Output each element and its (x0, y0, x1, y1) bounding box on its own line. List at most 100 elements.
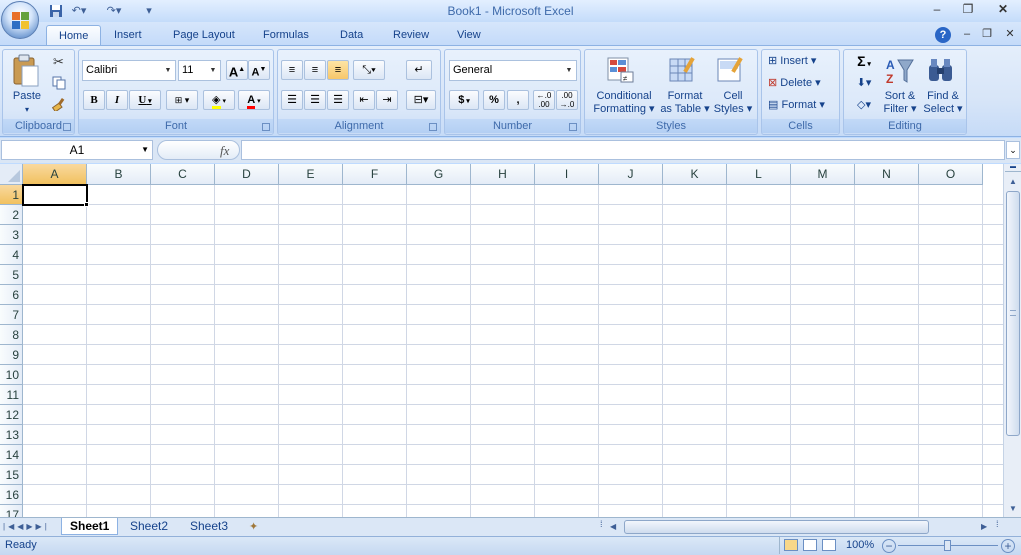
scroll-up-icon[interactable]: ▲ (1005, 174, 1021, 190)
name-box[interactable]: A1 ▼ (1, 140, 153, 160)
column-header-k[interactable]: K (663, 164, 727, 185)
paste-label[interactable]: Paste (7, 90, 47, 103)
row-header-2[interactable]: 2 (0, 205, 23, 225)
borders-button[interactable]: ⊞ ▾ (166, 90, 198, 110)
font-name-combo[interactable]: Calibri ▼ (82, 60, 176, 81)
underline-button[interactable]: U ▾ (129, 90, 161, 110)
formula-input[interactable] (241, 140, 1005, 160)
tab-insert[interactable]: Insert (102, 25, 154, 46)
cut-icon[interactable]: ✂ (53, 54, 64, 70)
fill-handle[interactable] (84, 202, 89, 207)
sheet-tab-sheet2[interactable]: Sheet2 (122, 518, 176, 535)
scroll-left-icon[interactable]: ◀ (610, 520, 622, 534)
delete-cells-button[interactable]: ⊠ Delete ▾ (768, 77, 836, 90)
alignment-launcher-icon[interactable] (429, 123, 437, 131)
row-header-6[interactable]: 6 (0, 285, 23, 305)
font-color-button[interactable]: A ▾ (238, 90, 270, 110)
align-bottom-icon[interactable]: ≡ (327, 60, 349, 80)
wb-close-icon[interactable]: ✕ (1000, 26, 1020, 42)
row-header-5[interactable]: 5 (0, 265, 23, 285)
select-all-button[interactable] (0, 164, 23, 185)
column-header-j[interactable]: J (599, 164, 663, 185)
row-header-12[interactable]: 12 (0, 405, 23, 425)
row-header-10[interactable]: 10 (0, 365, 23, 385)
row-header-3[interactable]: 3 (0, 225, 23, 245)
horizontal-scroll-thumb[interactable] (624, 520, 929, 534)
column-header-b[interactable]: B (87, 164, 151, 185)
font-launcher-icon[interactable] (262, 123, 270, 131)
scroll-down-icon[interactable]: ▼ (1005, 501, 1021, 517)
fill-icon[interactable]: ⬇▾ (851, 77, 877, 90)
zoom-slider-thumb[interactable] (944, 540, 951, 551)
insert-sheet-icon[interactable]: ✦ (249, 520, 267, 534)
tab-view[interactable]: View (445, 25, 493, 46)
page-break-view-icon[interactable] (822, 539, 836, 551)
row-header-1[interactable]: 1 (0, 185, 23, 205)
conditional-formatting-label[interactable]: Conditional Formatting ▾ (587, 90, 661, 116)
vertical-scrollbar[interactable]: ▬ ▲ ▼ (1003, 164, 1021, 517)
find-select-icon[interactable] (926, 56, 956, 86)
zoom-in-icon[interactable]: + (1001, 539, 1015, 553)
scroll-right-icon[interactable]: ▶ (981, 520, 993, 534)
format-painter-icon[interactable] (51, 97, 68, 113)
clipboard-launcher-icon[interactable] (63, 123, 71, 131)
sheet-tab-sheet3[interactable]: Sheet3 (182, 518, 236, 535)
shrink-font-button[interactable]: A▼ (248, 60, 270, 80)
copy-icon[interactable] (52, 76, 66, 90)
tab-review[interactable]: Review (381, 25, 441, 46)
sort-filter-icon[interactable]: AZ (885, 56, 915, 86)
column-header-c[interactable]: C (151, 164, 215, 185)
align-center-icon[interactable]: ☰ (304, 90, 326, 110)
merge-center-icon[interactable]: ⊟▾ (406, 90, 436, 110)
percent-button[interactable]: % (483, 90, 505, 110)
active-cell[interactable] (22, 184, 88, 206)
sheet-nav-icons[interactable]: |◀◀▶▶| (3, 519, 59, 535)
comma-button[interactable]: , (507, 90, 529, 110)
cell-styles-icon[interactable] (717, 56, 745, 84)
number-launcher-icon[interactable] (569, 123, 577, 131)
column-header-h[interactable]: H (471, 164, 535, 185)
format-as-table-icon[interactable] (669, 56, 697, 84)
format-cells-button[interactable]: ▤ Format ▾ (768, 99, 836, 112)
paste-icon[interactable] (11, 54, 41, 90)
wb-minimize-icon[interactable]: – (957, 26, 977, 42)
tab-page-layout[interactable]: Page Layout (161, 25, 247, 46)
customize-qat-icon[interactable]: ▾ (142, 2, 156, 20)
currency-button[interactable]: $ ▾ (449, 90, 479, 110)
font-size-combo[interactable]: 11 ▼ (178, 60, 221, 81)
minimize-icon[interactable]: – (927, 1, 947, 17)
row-header-15[interactable]: 15 (0, 465, 23, 485)
zoom-level[interactable]: 100% (846, 539, 874, 551)
row-header-14[interactable]: 14 (0, 445, 23, 465)
worksheet-grid[interactable]: ABCDEFGHIJKLMNO 1 2 3 4 5 6 7 8 9 10 11 12 13 14 15 16 1… (0, 164, 1003, 517)
row-header-11[interactable]: 11 (0, 385, 23, 405)
align-left-icon[interactable]: ☰ (281, 90, 303, 110)
column-header-i[interactable]: I (535, 164, 599, 185)
column-header-l[interactable]: L (727, 164, 791, 185)
vertical-scroll-thumb[interactable] (1006, 191, 1020, 436)
save-icon[interactable] (47, 2, 65, 20)
column-header-m[interactable]: M (791, 164, 855, 185)
tab-formulas[interactable]: Formulas (251, 25, 321, 46)
insert-cells-button[interactable]: ⊞ Insert ▾ (768, 55, 836, 68)
align-middle-icon[interactable]: ≡ (304, 60, 326, 80)
restore-icon[interactable]: ❐ (958, 1, 978, 17)
fill-color-button[interactable]: ◈ ▾ (203, 90, 235, 110)
row-header-4[interactable]: 4 (0, 245, 23, 265)
align-top-icon[interactable]: ≡ (281, 60, 303, 80)
hsplit-handle[interactable]: ⁞ (996, 519, 1002, 535)
column-header-e[interactable]: E (279, 164, 343, 185)
column-header-o[interactable]: O (919, 164, 983, 185)
column-header-g[interactable]: G (407, 164, 471, 185)
normal-view-icon[interactable] (784, 539, 798, 551)
orientation-icon[interactable]: ⤡▾ (353, 60, 385, 80)
find-select-label[interactable]: Find & Select ▾ (920, 90, 966, 116)
split-box[interactable]: ▬ (1005, 164, 1021, 172)
row-header-13[interactable]: 13 (0, 425, 23, 445)
paste-dropdown-icon[interactable]: ▾ (7, 103, 47, 116)
autosum-button[interactable]: Σ ▾ (851, 54, 877, 71)
cell-styles-label[interactable]: Cell Styles ▾ (711, 90, 755, 116)
conditional-formatting-icon[interactable]: ≠ (607, 56, 635, 84)
clear-icon[interactable]: ◇▾ (851, 99, 877, 112)
close-icon[interactable]: ✕ (993, 1, 1013, 17)
